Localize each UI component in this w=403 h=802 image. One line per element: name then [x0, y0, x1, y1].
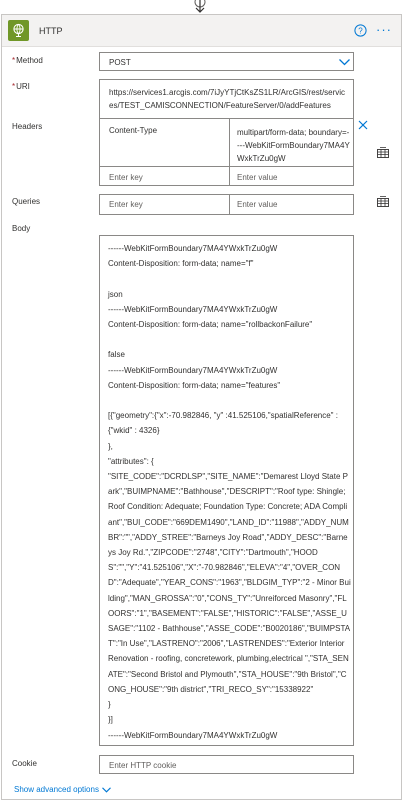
http-action-card: HTTP ? ··· *Method POST *URI https://ser…: [1, 14, 402, 800]
queries-label: Queries: [12, 197, 41, 206]
query-value-input[interactable]: Enter value: [237, 200, 351, 209]
body-textarea[interactable]: ------WebKitFormBoundary7MA4YWxkTrZu0gW C…: [99, 235, 354, 746]
body-line: ------WebKitFormBoundary7MA4YWxkTrZu0gW: [108, 365, 278, 375]
body-line: [{"geometry":{"x":-70.982846, "y" :41.52…: [108, 411, 341, 436]
cookie-placeholder: Enter HTTP cookie: [109, 761, 177, 770]
header-value-input[interactable]: Enter value: [237, 173, 351, 182]
body-line: "SITE_CODE":"DCRDLSP","SITE_NAME":"Demar…: [108, 472, 351, 694]
uri-value: https://services1.arcgis.com/7iJyYTjCtKs…: [109, 88, 346, 110]
switch-to-text-mode-icon[interactable]: [377, 147, 389, 158]
globe-icon: [13, 23, 24, 38]
connector-arrow-icon: [194, 0, 206, 13]
uri-input[interactable]: https://services1.arcgis.com/7iJyYTjCtKs…: [99, 79, 354, 119]
method-value: POST: [109, 58, 131, 67]
action-icon-box: [8, 20, 29, 41]
cookie-input[interactable]: Enter HTTP cookie: [99, 755, 354, 774]
chevron-down-icon: [102, 787, 111, 793]
body-line: [108, 393, 351, 408]
svg-text:?: ?: [358, 26, 363, 35]
chevron-down-icon: [339, 59, 350, 66]
body-line: false: [108, 350, 125, 360]
body-label: Body: [12, 224, 31, 233]
body-line: [108, 271, 351, 286]
body-line: }]: [108, 715, 113, 725]
switch-to-text-mode-icon[interactable]: [377, 196, 389, 207]
uri-label: *URI: [12, 82, 30, 91]
header-key-input[interactable]: Enter key: [109, 173, 224, 182]
body-line: }: [108, 700, 111, 710]
body-line: Content-Disposition: form-data; name="ro…: [108, 320, 313, 330]
method-label: *Method: [12, 56, 43, 65]
method-dropdown[interactable]: POST: [99, 52, 354, 71]
close-icon[interactable]: [358, 120, 368, 130]
body-line: Content-Disposition: form-data; name="f": [108, 259, 254, 269]
headers-table: Content-Type multipart/form-data; bounda…: [99, 118, 354, 186]
body-line: [108, 332, 351, 347]
body-content: ------WebKitFormBoundary7MA4YWxkTrZu0gW C…: [108, 241, 351, 743]
header-key-cell[interactable]: Content-Type: [109, 126, 224, 135]
queries-table: Enter key Enter value: [99, 194, 354, 215]
body-line: ------WebKitFormBoundary7MA4YWxkTrZu0gW: [108, 730, 278, 740]
help-icon[interactable]: ?: [354, 24, 367, 37]
query-key-input[interactable]: Enter key: [109, 200, 224, 209]
more-options-icon[interactable]: ···: [376, 23, 392, 36]
advanced-options-label: Show advanced options: [14, 785, 99, 794]
body-line: },: [108, 441, 113, 451]
show-advanced-options-link[interactable]: Show advanced options: [14, 785, 111, 794]
headers-label: Headers: [12, 122, 43, 131]
body-line: json: [108, 289, 123, 299]
body-line: ------WebKitFormBoundary7MA4YWxkTrZu0gW: [108, 304, 278, 314]
cookie-label: Cookie: [12, 759, 37, 768]
action-header[interactable]: HTTP ? ···: [2, 15, 401, 47]
action-title: HTTP: [39, 26, 63, 36]
body-line: "attributes": {: [108, 456, 154, 466]
header-value-cell[interactable]: multipart/form-data; boundary=----WebKit…: [237, 126, 351, 165]
body-line: ------WebKitFormBoundary7MA4YWxkTrZu0gW: [108, 244, 278, 253]
body-line: Content-Disposition: form-data; name="fe…: [108, 380, 281, 390]
